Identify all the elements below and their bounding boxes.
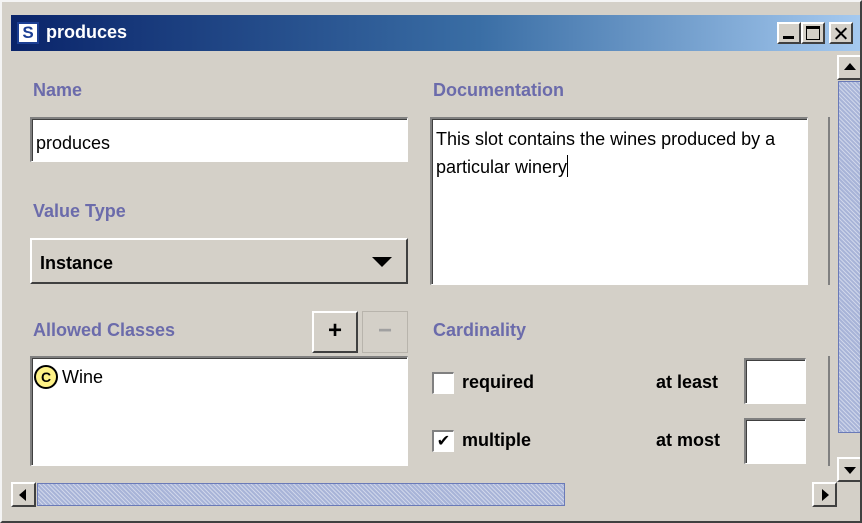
horizontal-scrollbar[interactable] xyxy=(11,482,837,507)
class-name: Wine xyxy=(62,366,104,387)
arrow-right-icon xyxy=(822,489,829,501)
value-type-label: Value Type xyxy=(33,201,126,221)
name-field[interactable]: produces xyxy=(30,117,408,162)
remove-class-button[interactable]: − xyxy=(362,311,408,353)
arrow-down-icon xyxy=(844,467,856,474)
required-label: required xyxy=(462,372,535,392)
multiple-label: multiple xyxy=(462,430,532,450)
list-item[interactable]: C Wine xyxy=(34,364,103,390)
at-most-field[interactable] xyxy=(744,418,806,464)
documentation-label: Documentation xyxy=(433,80,565,100)
maximize-button[interactable] xyxy=(801,22,825,44)
vertical-scrollbar[interactable] xyxy=(837,55,860,482)
allowed-classes-list[interactable]: C Wine xyxy=(30,356,408,466)
class-icon: C xyxy=(34,365,58,389)
name-label: Name xyxy=(33,80,83,100)
cardinality-label: Cardinality xyxy=(433,320,527,340)
scroll-down-button[interactable] xyxy=(837,457,860,482)
scroll-left-button[interactable] xyxy=(11,482,36,507)
chevron-down-icon xyxy=(372,257,392,267)
add-class-button[interactable]: + xyxy=(312,311,358,353)
text-caret xyxy=(567,155,569,177)
value-type-selected: Instance xyxy=(40,253,114,273)
window-title: produces xyxy=(46,22,128,42)
clipped-panel-edge xyxy=(828,117,836,285)
close-button[interactable] xyxy=(829,22,853,44)
vertical-scroll-thumb[interactable] xyxy=(838,81,860,433)
app-icon: S xyxy=(17,22,39,44)
allowed-classes-label: Allowed Classes xyxy=(33,320,176,340)
at-least-label: at least xyxy=(656,372,719,392)
arrow-left-icon xyxy=(19,489,26,501)
value-type-dropdown[interactable]: Instance xyxy=(30,238,408,284)
documentation-textarea[interactable]: This slot contains the wines produced by… xyxy=(430,117,808,285)
clipped-panel-edge xyxy=(828,356,836,466)
at-least-field[interactable] xyxy=(744,358,806,404)
minimize-button[interactable] xyxy=(777,22,801,44)
slot-window: S produces Name produces Documentation T… xyxy=(0,0,862,523)
multiple-checkbox[interactable]: ✔ xyxy=(432,430,454,452)
documentation-text: This slot contains the wines produced by… xyxy=(436,129,776,177)
at-most-label: at most xyxy=(656,430,721,450)
scroll-right-button[interactable] xyxy=(812,482,837,507)
scroll-up-button[interactable] xyxy=(837,55,860,80)
horizontal-scroll-thumb[interactable] xyxy=(37,483,565,506)
arrow-up-icon xyxy=(844,63,856,70)
title-bar[interactable]: S produces xyxy=(11,15,860,51)
required-checkbox[interactable] xyxy=(432,372,454,394)
scrollbar-corner xyxy=(837,482,860,507)
